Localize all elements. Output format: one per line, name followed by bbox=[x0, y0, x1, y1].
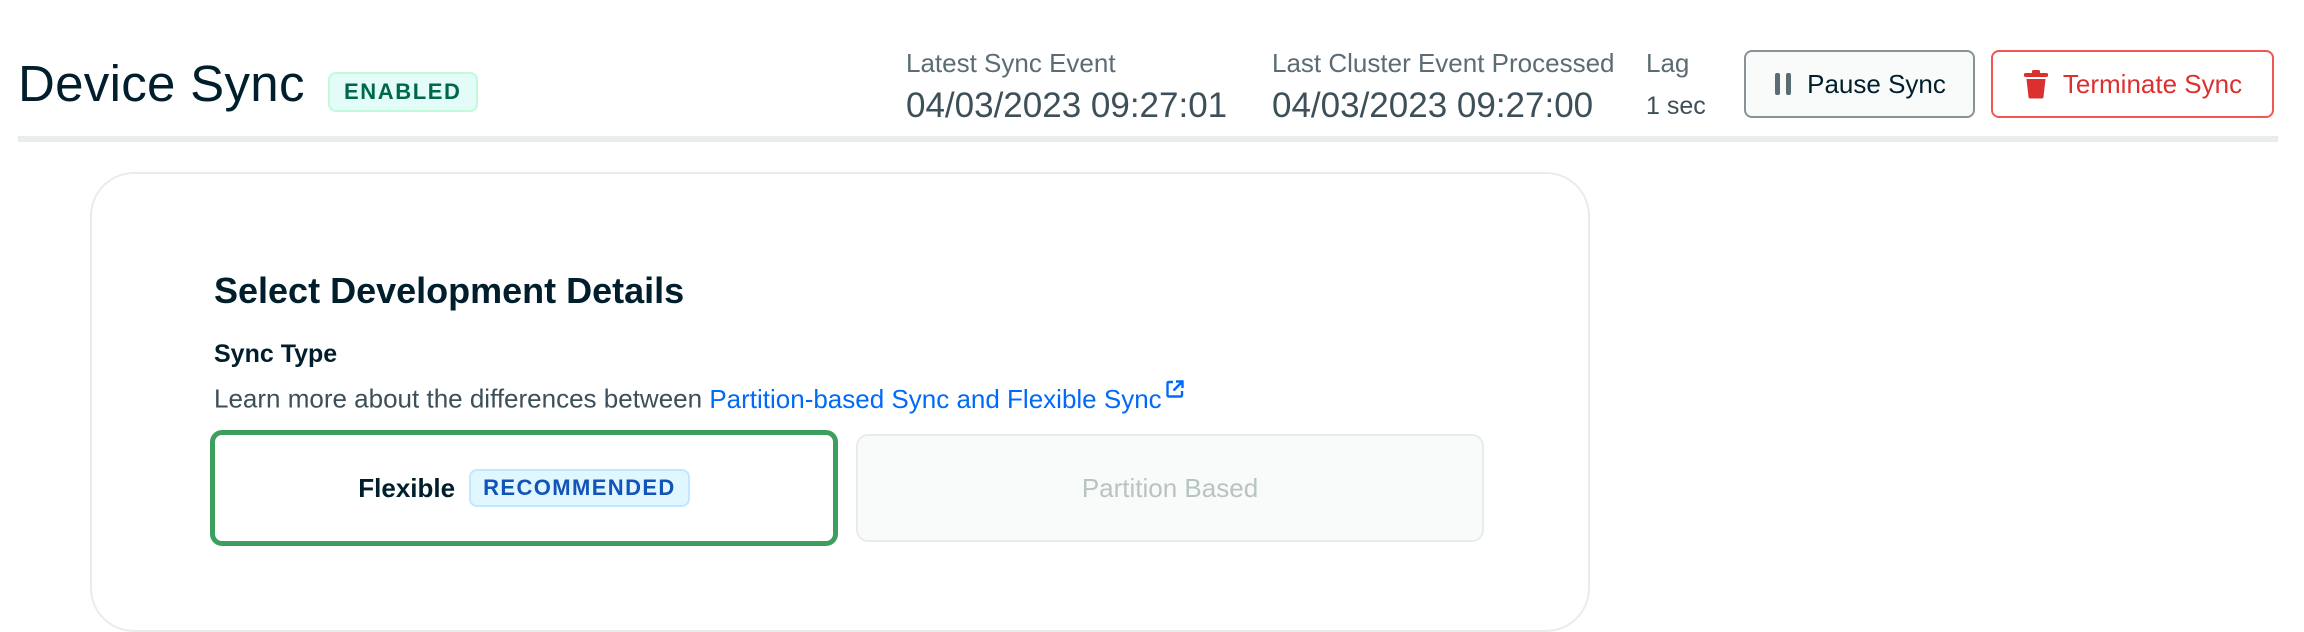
sync-type-description: Learn more about the differences between… bbox=[214, 380, 1184, 415]
terminate-sync-label: Terminate Sync bbox=[2062, 68, 2243, 99]
lag-stat: Lag 1 sec bbox=[1646, 46, 1706, 128]
stat-label: Last Cluster Event Processed bbox=[1272, 48, 1615, 78]
pause-icon bbox=[1775, 73, 1792, 95]
status-badge: ENABLED bbox=[328, 72, 478, 112]
external-link-icon bbox=[1165, 380, 1184, 398]
option-label: Partition Based bbox=[1081, 472, 1259, 503]
development-details-card: Select Development Details Sync Type Lea… bbox=[90, 172, 1590, 632]
stat-value: 04/03/2023 09:27:01 bbox=[906, 86, 1228, 125]
latest-sync-event-stat: Latest Sync Event 04/03/2023 09:27:01 bbox=[906, 46, 1227, 130]
option-label: Flexible bbox=[358, 472, 456, 503]
stat-value: 1 sec bbox=[1646, 92, 1706, 120]
section-title: Select Development Details bbox=[214, 270, 685, 311]
pause-sync-button[interactable]: Pause Sync bbox=[1744, 50, 1975, 118]
description-text: Learn more about the differences between bbox=[214, 383, 703, 414]
page-header: Device Sync ENABLED Latest Sync Event 04… bbox=[18, 0, 2278, 142]
page-title: Device Sync bbox=[18, 55, 305, 112]
sync-option-partition-based[interactable]: Partition Based bbox=[856, 434, 1484, 542]
last-cluster-event-stat: Last Cluster Event Processed 04/03/2023 … bbox=[1272, 46, 1615, 130]
link-text: Partition-based Sync and Flexible Sync bbox=[709, 383, 1162, 414]
sync-types-doc-link[interactable]: Partition-based Sync and Flexible Sync bbox=[709, 380, 1184, 414]
stat-label: Latest Sync Event bbox=[906, 48, 1116, 78]
recommended-badge: RECOMMENDED bbox=[469, 469, 690, 507]
terminate-sync-button[interactable]: Terminate Sync bbox=[1991, 50, 2274, 118]
sync-type-label: Sync Type bbox=[214, 340, 338, 368]
trash-icon bbox=[2023, 70, 2048, 99]
stat-value: 04/03/2023 09:27:00 bbox=[1272, 86, 1594, 125]
stat-label: Lag bbox=[1646, 48, 1690, 78]
pause-sync-label: Pause Sync bbox=[1807, 68, 1946, 99]
sync-option-flexible[interactable]: Flexible RECOMMENDED bbox=[210, 430, 838, 546]
